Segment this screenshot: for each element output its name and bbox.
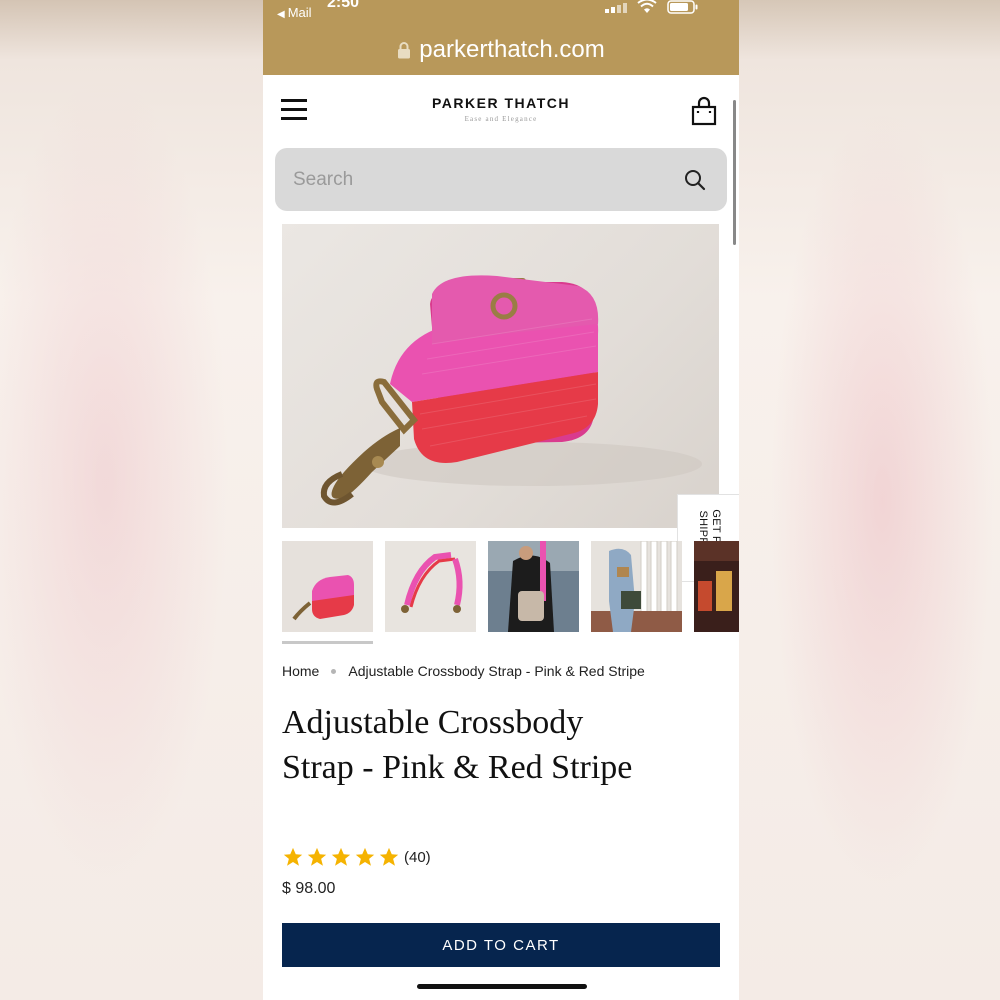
strap-illustration <box>320 275 702 506</box>
brand-tagline: Ease and Elegance <box>464 115 538 123</box>
back-arrow-icon: ◀ <box>277 9 285 20</box>
lock-icon <box>398 42 411 59</box>
breadcrumb-current: Adjustable Crossbody Strap - Pink & Red … <box>348 663 645 679</box>
star-icon <box>283 847 303 866</box>
star-icon <box>307 847 327 866</box>
product-rating[interactable]: (40) <box>282 846 431 868</box>
thumbnail-2[interactable] <box>385 541 476 632</box>
search-icon[interactable] <box>683 168 707 192</box>
search-bar <box>275 148 727 211</box>
thumbnail-5[interactable] <box>694 541 739 632</box>
product-thumbnails <box>282 541 739 633</box>
back-label: Mail <box>287 5 312 20</box>
add-to-cart-button[interactable]: ADD TO CART <box>282 923 720 967</box>
battery-icon <box>667 0 698 14</box>
address-bar[interactable]: parkerthatch.com <box>263 34 739 66</box>
search-input[interactable] <box>293 166 653 194</box>
home-indicator[interactable] <box>417 984 587 989</box>
breadcrumb-home-link[interactable]: Home <box>282 663 319 679</box>
breadcrumb-separator <box>331 668 337 674</box>
active-thumbnail-indicator <box>282 641 373 644</box>
background-right <box>739 0 1000 1000</box>
star-icon <box>355 847 375 866</box>
site-header: PARKER THATCH Ease and Elegance <box>263 75 739 145</box>
thumbnail-3[interactable] <box>488 541 579 632</box>
breadcrumb: Home Adjustable Crossbody Strap - Pink &… <box>282 663 645 679</box>
back-to-mail-link[interactable]: ◀ Mail <box>277 5 312 20</box>
background-left <box>0 0 263 1000</box>
signal-icon <box>605 3 627 13</box>
status-bar: ◀ Mail 2:50 parkerthatch.com <box>263 0 739 75</box>
product-title: Adjustable Crossbody Strap - Pink & Red … <box>282 704 633 786</box>
shopping-bag-icon[interactable] <box>691 96 717 126</box>
product-price: $ 98.00 <box>282 880 336 897</box>
phone-screen: ◀ Mail 2:50 parkerthatch.com PARKER THAT… <box>263 0 739 1000</box>
brand-logo[interactable]: PARKER THATCH Ease and Elegance <box>263 95 739 123</box>
url-text: parkerthatch.com <box>419 36 605 63</box>
thumbnail-1[interactable] <box>282 541 373 632</box>
thumbnail-4[interactable] <box>591 541 682 632</box>
status-time: 2:50 <box>327 0 360 11</box>
rating-count[interactable]: (40) <box>404 849 431 866</box>
page-scrollbar[interactable] <box>733 100 736 245</box>
star-icon <box>379 847 399 866</box>
wifi-icon <box>637 0 657 13</box>
product-main-image[interactable] <box>282 224 719 528</box>
brand-name: PARKER THATCH <box>432 95 570 111</box>
rating-stars <box>282 846 400 868</box>
star-icon <box>331 847 351 866</box>
